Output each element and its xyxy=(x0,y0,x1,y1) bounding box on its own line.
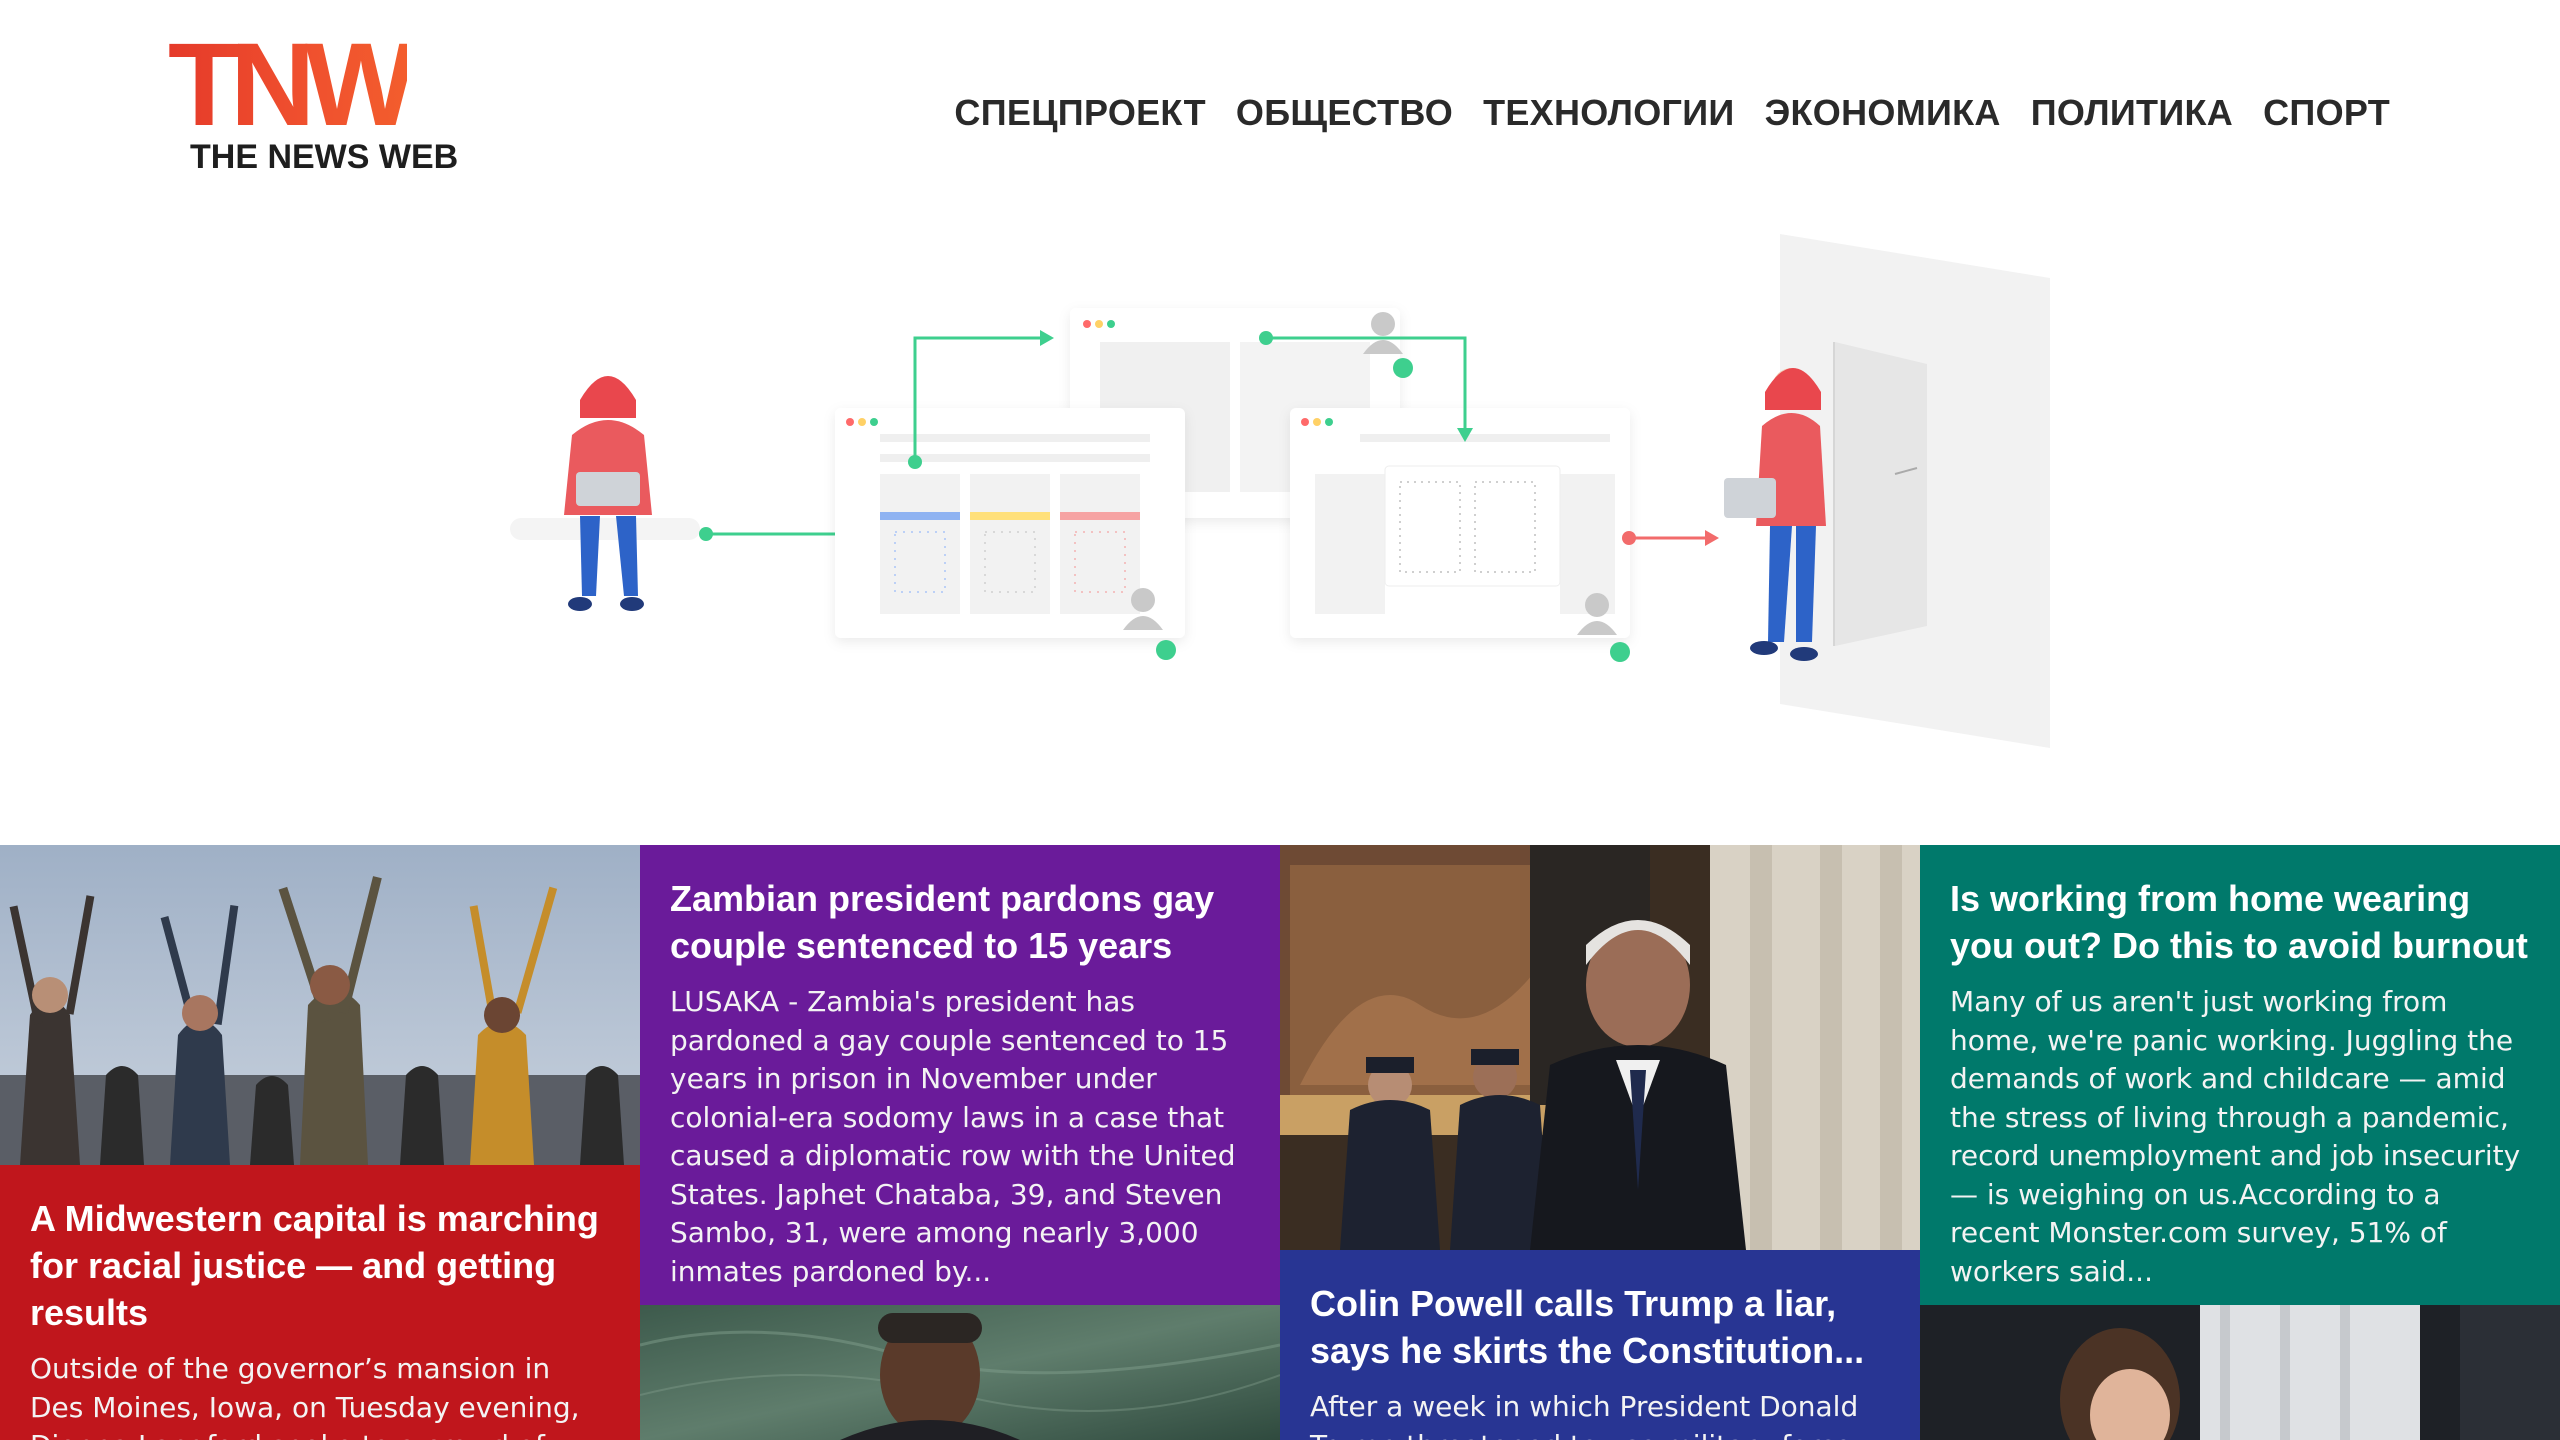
card-text-zambia-pardon: Zambian president pardons gay couple sen… xyxy=(640,845,1280,1305)
card-title[interactable]: Is working from home wearing you out? Do… xyxy=(1950,875,2530,969)
nav-item-politics[interactable]: ПОЛИТИКА xyxy=(2031,92,2233,134)
window-two-icon xyxy=(1290,408,1630,638)
main-nav: СПЕЦПРОЕКТ ОБЩЕСТВО ТЕХНОЛОГИИ ЭКОНОМИКА… xyxy=(954,88,2390,138)
news-grid: A Midwestern capital is marching for rac… xyxy=(0,845,2560,1440)
card-photo-protest xyxy=(0,845,640,1165)
news-card-racial-justice[interactable]: A Midwestern capital is marching for rac… xyxy=(0,845,640,1440)
hero-illustration xyxy=(480,220,2080,780)
bench-shape xyxy=(510,518,700,540)
card-title[interactable]: A Midwestern capital is marching for rac… xyxy=(30,1195,610,1336)
card-excerpt: Outside of the governor’s mansion in Des… xyxy=(30,1352,580,1440)
card-text-colin-powell: Colin Powell calls Trump a liar, says he… xyxy=(1280,1250,1920,1440)
nav-item-specproject[interactable]: СПЕЦПРОЕКТ xyxy=(954,92,1205,134)
site-logo[interactable]: TNW THE NEWS WEB xyxy=(168,19,474,180)
card-excerpt: Many of us aren't just working from home… xyxy=(1950,985,2521,1288)
card-excerpt: After a week in which President Donald T… xyxy=(1310,1390,1859,1440)
card-text-working-from-home: Is working from home wearing you out? Do… xyxy=(1920,845,2560,1305)
nav-item-technology[interactable]: ТЕХНОЛОГИИ xyxy=(1483,92,1735,134)
nav-item-sport[interactable]: СПОРТ xyxy=(2263,92,2390,134)
card-photo-colin-powell xyxy=(1280,845,1920,1250)
logo-mark: TNW xyxy=(168,19,417,151)
card-photo-home-office xyxy=(1920,1305,2560,1440)
card-excerpt: LUSAKA - Zambia's president has pardoned… xyxy=(670,985,1236,1288)
card-photo-zambia-president xyxy=(640,1305,1280,1440)
news-card-zambia-pardon[interactable]: Zambian president pardons gay couple sen… xyxy=(640,845,1280,1440)
logo-subtitle: THE NEWS WEB xyxy=(190,138,459,176)
nav-item-society[interactable]: ОБЩЕСТВО xyxy=(1236,92,1453,134)
site-header: TNW THE NEWS WEB СПЕЦПРОЕКТ ОБЩЕСТВО ТЕХ… xyxy=(0,0,2560,200)
nav-item-economy[interactable]: ЭКОНОМИКА xyxy=(1765,92,2001,134)
card-text-racial-justice: A Midwestern capital is marching for rac… xyxy=(0,1165,640,1440)
card-title[interactable]: Zambian president pardons gay couple sen… xyxy=(670,875,1250,969)
news-card-working-from-home[interactable]: Is working from home wearing you out? Do… xyxy=(1920,845,2560,1440)
news-card-colin-powell[interactable]: Colin Powell calls Trump a liar, says he… xyxy=(1280,845,1920,1440)
person-left-icon xyxy=(564,376,652,611)
workflow-illustration xyxy=(510,234,2050,748)
card-title[interactable]: Colin Powell calls Trump a liar, says he… xyxy=(1310,1280,1890,1374)
